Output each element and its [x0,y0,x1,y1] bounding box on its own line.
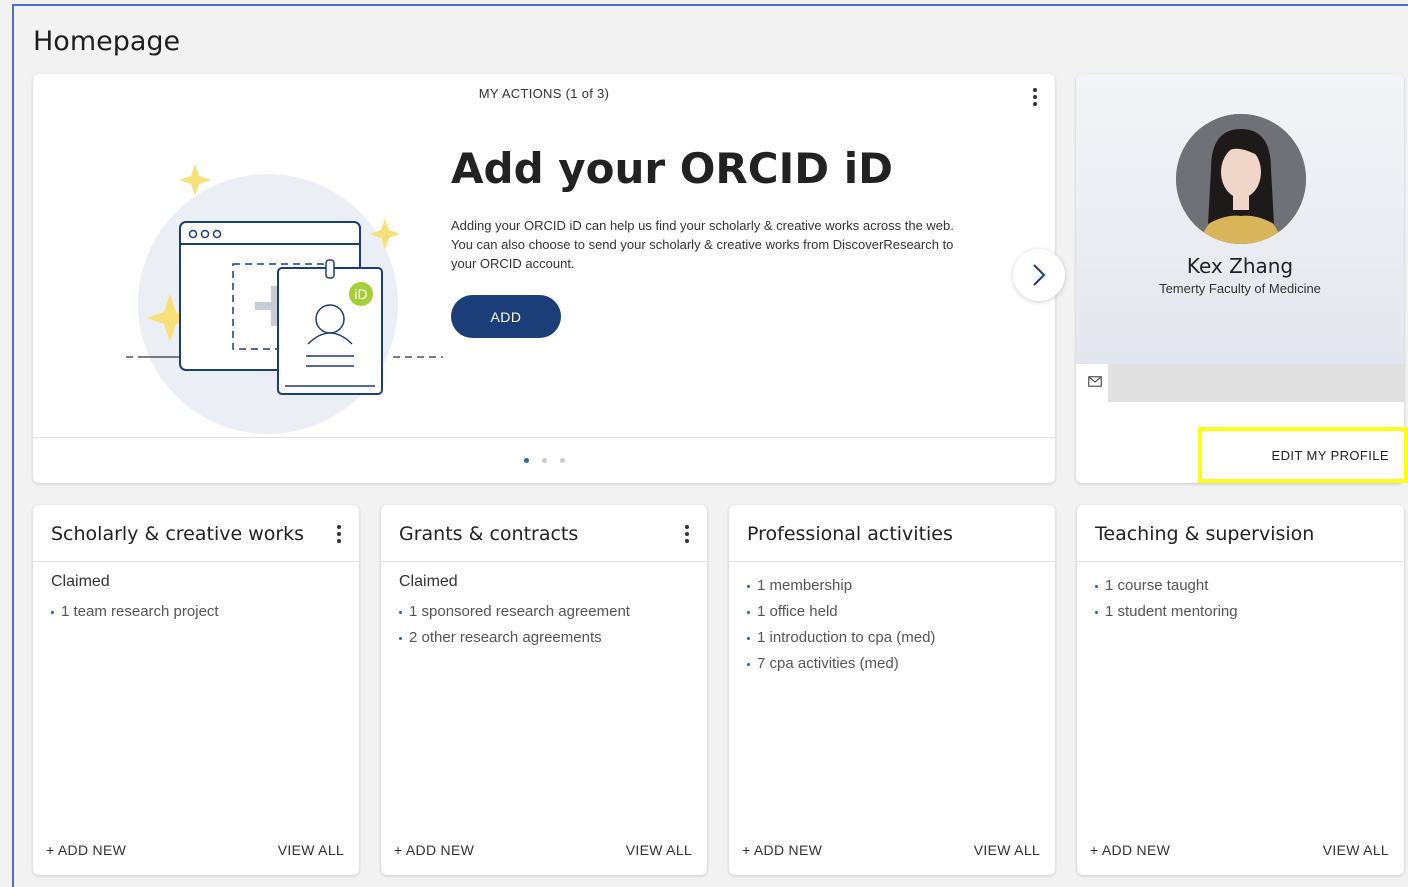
profile-department: Temerty Faculty of Medicine [1159,281,1321,296]
claimed-heading: Claimed [399,573,458,590]
orcid-badge-text: iD [354,286,367,302]
profile-name: Kex Zhang [1186,254,1294,278]
add-new-button[interactable]: + ADD NEW [742,842,822,858]
card-menu-icon[interactable] [331,523,347,545]
card-footer: + ADD NEW VIEW ALL [394,842,692,858]
card-title[interactable]: Teaching & supervision [1095,523,1314,545]
action-description: Adding your ORCID iD can help us find yo… [451,218,954,271]
claimed-heading: Claimed [51,573,110,590]
add-new-button[interactable]: + ADD NEW [46,842,126,858]
list-item[interactable]: 1 introduction to cpa (med) [747,625,1045,651]
card-footer: + ADD NEW VIEW ALL [1090,842,1389,858]
edit-my-profile-button[interactable]: EDIT MY PROFILE [1198,427,1408,483]
my-actions-header: MY ACTIONS (1 of 3) [478,86,610,101]
card-title[interactable]: Grants & contracts [399,523,578,545]
teaching-supervision-card: Teaching & supervision 1 course taught 1… [1077,505,1404,875]
carousel-footer [33,437,1055,483]
card-body: Claimed 1 sponsored research agreement 2… [399,573,697,651]
page-title: Homepage [33,26,181,57]
email-value-bar [1108,364,1404,402]
orcid-illustration: iD [126,164,443,434]
profile-card: Kex Zhang Temerty Faculty of Medicine [1076,74,1404,483]
list-item[interactable]: 1 team research project [51,599,349,625]
card-title[interactable]: Professional activities [747,523,953,545]
mail-icon [1088,376,1102,387]
list-item[interactable]: 1 membership [747,573,1045,599]
list-item[interactable]: 2 other research agreements [399,625,697,651]
carousel-dot-1[interactable] [523,458,529,463]
card-header: Teaching & supervision [1077,505,1404,562]
view-all-button[interactable]: VIEW ALL [626,842,692,858]
grants-contracts-card: Grants & contracts Claimed 1 sponsored r… [381,505,707,875]
professional-activities-card: Professional activities 1 membership 1 o… [729,505,1055,875]
add-new-button[interactable]: + ADD NEW [1090,842,1170,858]
card-body: 1 course taught 1 student mentoring [1095,573,1394,625]
scholarly-works-card: Scholarly & creative works Claimed 1 tea… [33,505,359,875]
card-body: 1 membership 1 office held 1 introductio… [747,573,1045,677]
card-title[interactable]: Scholarly & creative works [51,523,304,545]
carousel-dot-2[interactable] [541,458,547,463]
email-row [1076,364,1404,402]
add-orcid-button[interactable]: ADD [451,295,561,338]
card-footer: + ADD NEW VIEW ALL [46,842,344,858]
list-item[interactable]: 1 sponsored research agreement [399,599,697,625]
view-all-button[interactable]: VIEW ALL [974,842,1040,858]
my-actions-card: MY ACTIONS (1 of 3) iD Add your ORCID iD… [33,74,1065,483]
card-footer: + ADD NEW VIEW ALL [742,842,1040,858]
action-title: Add your ORCID iD [451,144,893,193]
view-all-button[interactable]: VIEW ALL [1323,842,1389,858]
list-item[interactable]: 1 course taught [1095,573,1394,599]
list-item[interactable]: 1 student mentoring [1095,599,1394,625]
actions-menu-icon[interactable] [1027,86,1043,108]
add-new-button[interactable]: + ADD NEW [394,842,474,858]
list-item[interactable]: 7 cpa activities (med) [747,651,1045,677]
card-menu-icon[interactable] [679,523,695,545]
card-header: Professional activities [729,505,1055,562]
list-item[interactable]: 1 office held [747,599,1045,625]
view-all-button[interactable]: VIEW ALL [278,842,344,858]
card-header: Scholarly & creative works [33,505,359,562]
carousel-dots [33,458,1055,463]
carousel-dot-3[interactable] [559,458,565,463]
carousel-next-button[interactable] [1013,249,1065,301]
avatar [1176,114,1306,244]
chevron-right-icon [1033,264,1046,286]
card-body: Claimed 1 team research project [51,573,349,625]
card-header: Grants & contracts [381,505,707,562]
